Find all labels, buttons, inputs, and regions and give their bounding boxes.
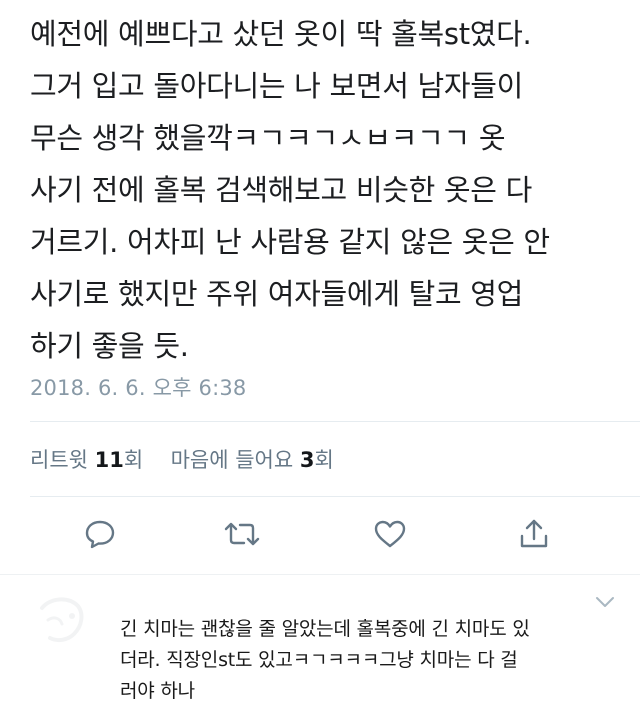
retweet-stat[interactable]: 리트윗 11회 [30,448,150,472]
tweet-text-line: 예전에 예쁘다고 샀던 옷이 딱 홀복st였다. [30,17,532,51]
like-icon [374,520,406,548]
divider [0,574,640,575]
like-count: 3 [299,448,315,472]
tweet-text-line: 무슨 생각 했을깍ㅋㄱㅋㄱㅅㅂㅋㄱㄱ 옷 [30,121,506,155]
tweet-text-line: 거르기. 어차피 난 사람용 같지 않은 옷은 안 [30,225,550,259]
like-unit: 회 [314,448,334,472]
tweet-text-line: 사기 전에 홀복 검색해보고 비슷한 옷은 다 [30,173,532,207]
tweet-actions [0,512,640,560]
tweet-text-line: 하기 좋을 듯. [30,329,189,363]
like-label: 마음에 들어요 [170,448,294,472]
retweet-label: 리트윗 [30,448,88,472]
tweet-stats: 리트윗 11회 마음에 들어요 3회 [30,444,334,474]
divider [30,421,640,422]
reply-button[interactable] [80,512,120,556]
reply-icon [85,520,115,549]
retweet-unit: 회 [123,448,144,472]
like-button[interactable] [370,512,410,556]
like-stat[interactable]: 마음에 들어요 3회 [171,448,334,472]
retweet-button[interactable] [222,512,262,556]
share-icon [520,519,548,548]
tweet-text: 예전에 예쁘다고 샀던 옷이 딱 홀복st였다. 그거 입고 돌아다니는 나 보… [30,8,630,372]
retweet-count: 11 [94,448,124,472]
tweet-text-line: 사기로 했지만 주위 여자들에게 탈코 영업 [30,277,524,311]
retweet-icon [224,522,260,546]
chevron-down-icon[interactable] [594,594,616,610]
reply-text-line: 긴 치마는 괜찮을 줄 알았는데 홀복중에 긴 치마도 있 [120,618,530,640]
share-button[interactable] [514,512,554,556]
avatar [40,597,84,643]
reply-text-line: 러야 하나 [120,680,195,702]
divider [30,496,640,497]
reply-text-line: 더라. 직장인st도 있고ㅋㄱㅋㅋㅋ그냥 치마는 다 걸 [120,649,518,671]
reply-text: 긴 치마는 괜찮을 줄 알았는데 홀복중에 긴 치마도 있 더라. 직장인st도… [120,614,625,707]
tweet-timestamp[interactable]: 2018. 6. 6. 오후 6:38 [30,372,247,402]
tweet-text-line: 그거 입고 돌아다니는 나 보면서 남자들이 [30,69,524,103]
